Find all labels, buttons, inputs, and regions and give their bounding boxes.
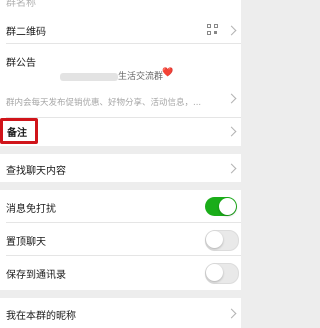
- save-to-contacts-label: 保存到通讯录: [6, 270, 66, 281]
- mute-notifications-row: 消息免打扰: [0, 190, 241, 223]
- group-name-label: 群名称: [6, 0, 36, 9]
- group-qr-code-row[interactable]: 群二维码: [0, 16, 241, 44]
- pin-chat-toggle[interactable]: [205, 230, 239, 251]
- toggle-knob: [206, 264, 223, 281]
- mute-notifications-label: 消息免打扰: [6, 204, 56, 215]
- my-group-nickname-row[interactable]: 我在本群的昵称: [0, 298, 241, 328]
- chevron-right-icon: [226, 93, 237, 104]
- chevron-right-icon: [226, 25, 237, 36]
- group-name-row[interactable]: 群名称: [0, 0, 241, 16]
- search-chat-content-label: 查找聊天内容: [6, 166, 66, 177]
- toggle-group: 消息免打扰 置顶聊天 保存到通讯录: [0, 190, 241, 290]
- my-group-nickname-label: 我在本群的昵称: [6, 311, 76, 322]
- pin-chat-row: 置顶聊天: [0, 223, 241, 256]
- toggle-knob: [219, 198, 236, 215]
- save-to-contacts-row: 保存到通讯录: [0, 256, 241, 290]
- remark-label: 备注: [7, 128, 27, 139]
- blurred-group-name: [60, 73, 118, 81]
- heart-emoji: ❤️: [162, 68, 174, 78]
- announcement-body: 群内会每天发布促销优惠、好物分享、活动信息，...: [6, 98, 202, 108]
- group-qr-code-label: 群二维码: [6, 27, 46, 38]
- search-chat-content-row[interactable]: 查找聊天内容: [0, 154, 241, 182]
- qr-code-icon: [207, 24, 219, 36]
- group-announcement-label: 群公告: [6, 58, 36, 69]
- pin-chat-label: 置顶聊天: [6, 237, 46, 248]
- chevron-right-icon: [226, 126, 237, 137]
- chevron-right-icon: [226, 163, 237, 174]
- save-to-contacts-toggle[interactable]: [205, 263, 239, 284]
- chevron-right-icon: [226, 308, 237, 319]
- announcement-group-name: 生活交流群: [118, 72, 164, 82]
- toggle-knob: [206, 231, 223, 248]
- remark-row[interactable]: 备注: [0, 118, 241, 146]
- group-announcement-row[interactable]: 群公告 生活交流群 ❤️ 群内会每天发布促销优惠、好物分享、活动信息，...: [0, 44, 241, 118]
- mute-notifications-toggle[interactable]: [205, 197, 237, 216]
